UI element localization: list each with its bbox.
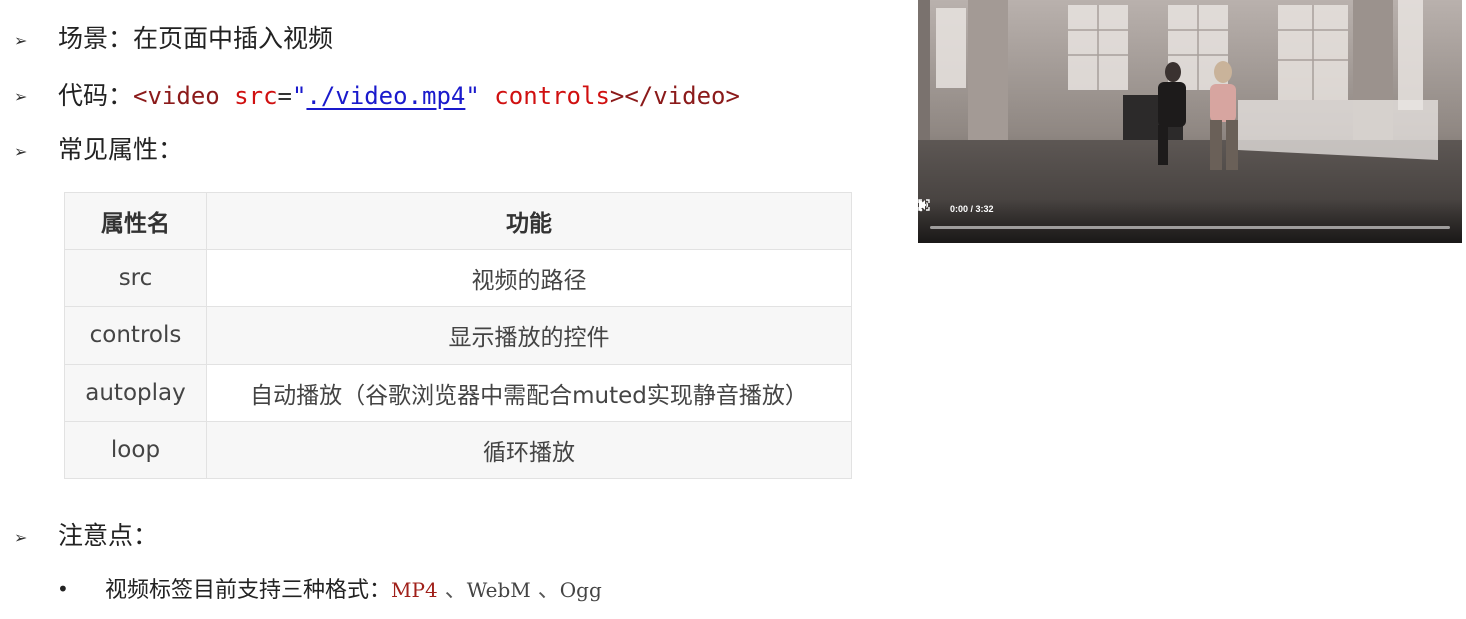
table-header-name: 属性名 — [64, 191, 207, 251]
table-cell-name: loop — [64, 420, 207, 480]
code-path-link[interactable]: ./video.mp4 — [306, 82, 465, 110]
notes-label: 注意点： — [58, 521, 159, 550]
code-snippet: <video src="./video.mp4" controls></vide… — [133, 82, 740, 110]
bullet-arrow-icon: ➢ — [14, 528, 28, 547]
code-open-tag: <video — [133, 82, 220, 110]
bullet-arrow-icon: ➢ — [14, 142, 28, 161]
sub-bullet-dot: • — [57, 577, 69, 601]
code-src-attr: src — [234, 82, 278, 110]
scene-line: 场景：在页面中插入视频 — [58, 24, 333, 54]
attributes-label: 常见属性： — [58, 135, 184, 164]
table-cell-name: src — [64, 249, 207, 308]
table-cell-function: 自动播放（谷歌浏览器中需配合muted实现静音播放） — [206, 363, 852, 422]
video-player[interactable]: 0:00 / 3:32 — [918, 0, 1462, 243]
format-separator: 、 — [444, 578, 467, 603]
bullet-arrow-icon: ➢ — [14, 31, 28, 50]
code-quote-close: " — [465, 82, 480, 110]
format-webm: WebM — [466, 578, 531, 602]
table-cell-function: 显示播放的控件 — [206, 306, 852, 365]
code-line: 代码：<video src="./video.mp4" controls></v… — [58, 81, 740, 111]
attributes-line: 常见属性： — [58, 135, 183, 165]
bullet-arrow-icon: ➢ — [14, 87, 28, 106]
formats-line: 视频标签目前支持三种格式：MP4 、WebM 、Ogg — [105, 572, 602, 604]
video-progress-bar[interactable] — [930, 226, 1450, 229]
table-header-row: 属性名 功能 — [64, 191, 852, 251]
table-cell-name: autoplay — [64, 363, 207, 422]
table-cell-function: 循环播放 — [206, 420, 852, 480]
code-quote-open: " — [291, 82, 307, 110]
code-close-tags: ></video> — [609, 82, 740, 110]
scene-text: 在页面中插入视频 — [133, 24, 334, 53]
format-ogg: Ogg — [559, 578, 602, 602]
format-mp4: MP4 — [391, 578, 438, 602]
table-row: loop 循环播放 — [64, 420, 852, 480]
code-label: 代码： — [58, 81, 134, 110]
video-controls-bar: 0:00 / 3:32 — [918, 199, 1462, 243]
scene-label: 场景： — [58, 24, 134, 53]
table-cell-function: 视频的路径 — [206, 249, 852, 308]
code-controls-attr: controls — [494, 82, 610, 110]
code-eq: = — [277, 82, 292, 110]
format-separator: 、 — [537, 578, 560, 603]
formats-text: 视频标签目前支持三种格式： — [105, 578, 392, 603]
table-row: autoplay 自动播放（谷歌浏览器中需配合muted实现静音播放） — [64, 363, 852, 422]
table-row: src 视频的路径 — [64, 249, 852, 308]
table-header-function: 功能 — [206, 191, 852, 251]
attributes-table: 属性名 功能 src 视频的路径 controls 显示播放的控件 autopl… — [64, 191, 852, 480]
table-cell-name: controls — [64, 306, 207, 365]
more-options-icon[interactable] — [918, 199, 924, 213]
table-row: controls 显示播放的控件 — [64, 306, 852, 365]
video-time: 0:00 / 3:32 — [950, 204, 994, 214]
notes-line: 注意点： — [58, 521, 158, 551]
